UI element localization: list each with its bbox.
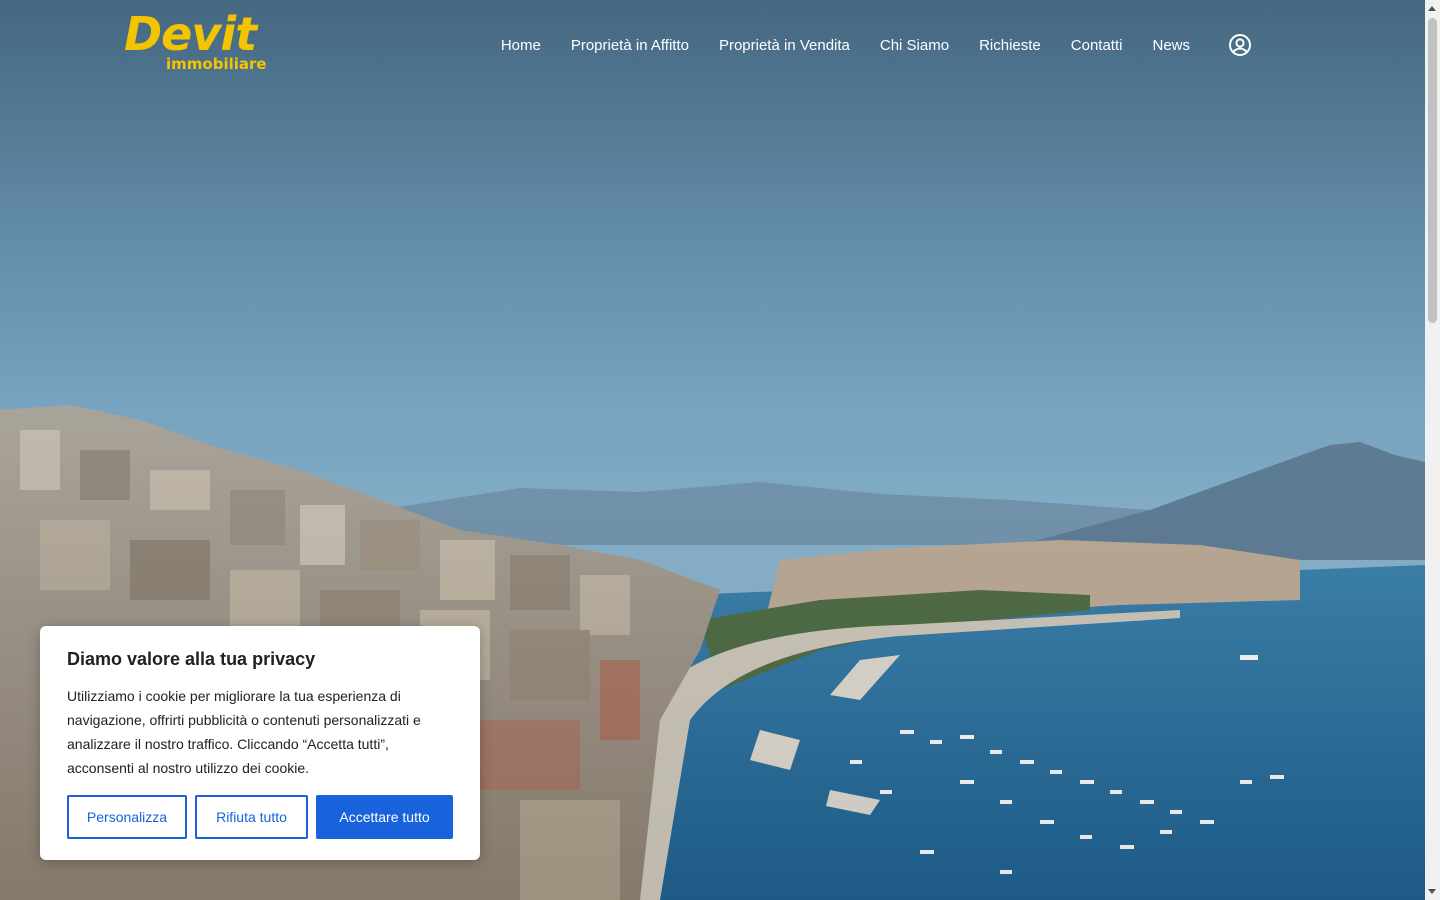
cookie-banner-text: Utilizziamo i cookie per migliorare la t…	[67, 688, 421, 776]
scroll-up-arrow-icon[interactable]	[1428, 6, 1436, 11]
site-header: Devit immobiliare Home Proprietà in Affi…	[0, 0, 1425, 90]
main-navigation: Home Proprietà in Affitto Proprietà in V…	[501, 32, 1252, 58]
scroll-down-arrow-icon[interactable]	[1428, 889, 1436, 894]
nav-item-news[interactable]: News	[1152, 37, 1190, 54]
scroll-thumb[interactable]	[1428, 18, 1437, 323]
nav-item-rent[interactable]: Proprietà in Affitto	[571, 37, 689, 54]
nav-item-contacts[interactable]: Contatti	[1071, 37, 1123, 54]
cookie-banner-actions: Personalizza Rifiuta tutto Accettare tut…	[67, 795, 453, 839]
cookie-banner-title: Diamo valore alla tua privacy	[67, 649, 316, 669]
reject-all-cookies-button[interactable]: Rifiuta tutto	[195, 795, 308, 839]
nav-item-about[interactable]: Chi Siamo	[880, 37, 949, 54]
logo-sub-text: immobiliare	[166, 55, 267, 73]
site-logo[interactable]: Devit immobiliare	[124, 7, 274, 76]
nav-item-sale[interactable]: Proprietà in Vendita	[719, 37, 850, 54]
user-circle-icon[interactable]	[1228, 33, 1252, 57]
customize-cookies-button[interactable]: Personalizza	[67, 795, 187, 839]
cookie-consent-banner: Diamo valore alla tua privacy Utilizziam…	[40, 626, 480, 860]
nav-item-requests[interactable]: Richieste	[979, 37, 1041, 54]
page: Devit immobiliare Home Proprietà in Affi…	[0, 0, 1440, 900]
accept-all-cookies-button[interactable]: Accettare tutto	[316, 795, 453, 839]
nav-item-home[interactable]: Home	[501, 37, 541, 54]
page-scrollbar[interactable]	[1425, 0, 1440, 900]
